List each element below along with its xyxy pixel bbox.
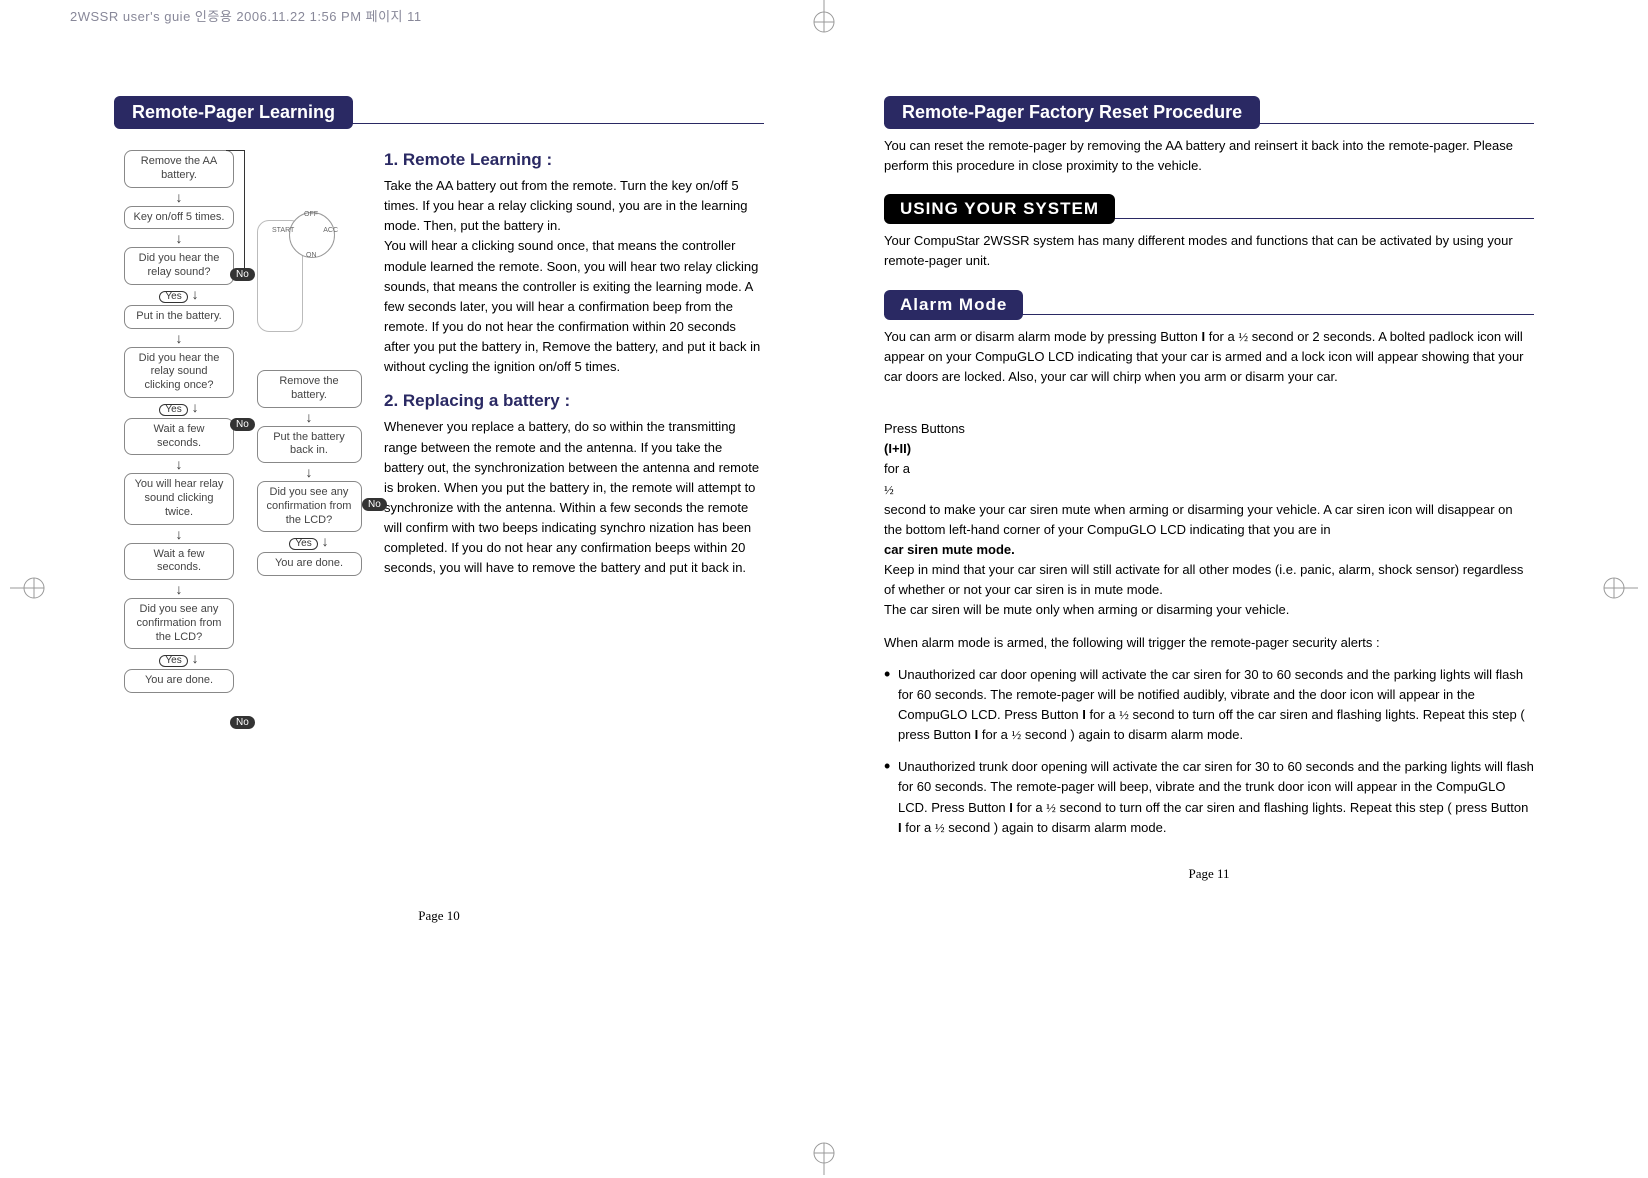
flow-box: You are done. <box>124 669 234 693</box>
arrow-down-icon: ↓ <box>114 457 244 471</box>
arrow-down-icon: ↓ <box>114 582 244 596</box>
yes-label: Yes <box>159 291 187 303</box>
left-page-columns: Remove the AA battery. ↓ Key on/off 5 ti… <box>114 136 764 880</box>
arrow-down-icon: ↓ <box>254 410 364 424</box>
crop-mark-left <box>10 568 50 608</box>
arrow-down-icon: ↓ <box>114 331 244 345</box>
flow-box: Did you see any confirmation from the LC… <box>257 481 362 532</box>
left-text-column: 1. Remote Learning : Take the AA battery… <box>384 136 764 880</box>
arrow-down-icon: Yes ↓ <box>114 651 244 667</box>
section-tab-remote-pager-learning: Remote-Pager Learning <box>114 96 353 129</box>
arrow-down-icon: ↓ <box>254 465 364 479</box>
list-item: Unauthorized trunk door opening will act… <box>884 757 1534 838</box>
document-sheet: 2WSSR user's guie 인증용 2006.11.22 1:56 PM… <box>0 0 1648 1175</box>
flow-box: Wait a few seconds. <box>124 418 234 456</box>
arrow-down-icon: ↓ <box>114 190 244 204</box>
button-ref: (I+II) <box>884 441 911 456</box>
flowchart: Remove the AA battery. ↓ Key on/off 5 ti… <box>114 136 364 880</box>
body-text: You can reset the remote-pager by removi… <box>884 136 1534 176</box>
pages-container: Remote-Pager Learning Remove the AA batt… <box>0 30 1648 1175</box>
flow-box: Key on/off 5 times. <box>124 206 234 230</box>
print-header: 2WSSR user's guie 인증용 2006.11.22 1:56 PM… <box>0 0 1648 30</box>
yes-label: Yes <box>159 655 187 667</box>
button-ref: I <box>1201 329 1205 344</box>
section-tab-using-system: USING YOUR SYSTEM <box>884 194 1115 224</box>
fraction-half: ½ <box>884 482 894 497</box>
page-11: Remote-Pager Factory Reset Procedure You… <box>824 90 1564 882</box>
arrow-down-icon: Yes ↓ <box>114 287 244 303</box>
list-item: Unauthorized car door opening will activ… <box>884 665 1534 746</box>
button-ref: I <box>1082 707 1086 722</box>
body-text: You can arm or disarm alarm mode by pres… <box>884 327 1534 387</box>
button-ref: I <box>975 727 979 742</box>
flow-box: Did you see any confirmation from the LC… <box>124 598 234 649</box>
flow-box: You will hear relay sound clicking twice… <box>124 473 234 524</box>
body-text: Take the AA battery out from the remote.… <box>384 176 764 377</box>
flow-box: Put the battery back in. <box>257 426 362 464</box>
fraction-half: ½ <box>1046 800 1056 815</box>
page-number: Page 10 <box>114 908 764 924</box>
subheading-replacing-battery: 2. Replacing a battery : <box>384 391 764 411</box>
remote-dial-illustration: OFF ACC ON START <box>249 210 339 340</box>
flow-box: Remove the battery. <box>257 370 362 408</box>
arrow-down-icon: ↓ <box>114 231 244 245</box>
fraction-half: ½ <box>1238 329 1248 344</box>
section-tab-factory-reset: Remote-Pager Factory Reset Procedure <box>884 96 1260 129</box>
page-10: Remote-Pager Learning Remove the AA batt… <box>84 90 824 924</box>
subheading-remote-learning: 1. Remote Learning : <box>384 150 764 170</box>
body-text: Your CompuStar 2WSSR system has many dif… <box>884 231 1534 271</box>
section-tab-alarm-mode: Alarm Mode <box>884 290 1023 320</box>
arrow-down-icon: Yes ↓ <box>254 534 364 550</box>
fraction-half: ½ <box>1119 707 1129 722</box>
alert-trigger-list: Unauthorized car door opening will activ… <box>884 665 1534 838</box>
button-ref: I <box>1009 800 1013 815</box>
button-ref: I <box>898 820 902 835</box>
flow-box: Wait a few seconds. <box>124 543 234 581</box>
fraction-half: ½ <box>1012 727 1022 742</box>
flow-box: Did you hear the relay sound clicking on… <box>124 347 234 398</box>
fraction-half: ½ <box>935 820 945 835</box>
yes-label: Yes <box>159 404 187 416</box>
body-text: When alarm mode is armed, the following … <box>884 633 1534 653</box>
flow-box: Remove the AA battery. <box>124 150 234 188</box>
flow-box: You are done. <box>257 552 362 576</box>
no-label: No <box>362 498 387 511</box>
yes-label: Yes <box>289 538 317 550</box>
page-number: Page 11 <box>884 866 1534 882</box>
no-label: No <box>230 716 255 729</box>
arrow-down-icon: ↓ <box>114 527 244 541</box>
flow-box: Did you hear the relay sound? <box>124 247 234 285</box>
crop-mark-right <box>1598 568 1638 608</box>
body-text: Whenever you replace a battery, do so wi… <box>384 417 764 578</box>
body-text: Press Buttons (I+II) for a ½ second to m… <box>884 399 1534 621</box>
no-label: No <box>230 418 255 431</box>
flow-box: Put in the battery. <box>124 305 234 329</box>
arrow-down-icon: Yes ↓ <box>114 400 244 416</box>
